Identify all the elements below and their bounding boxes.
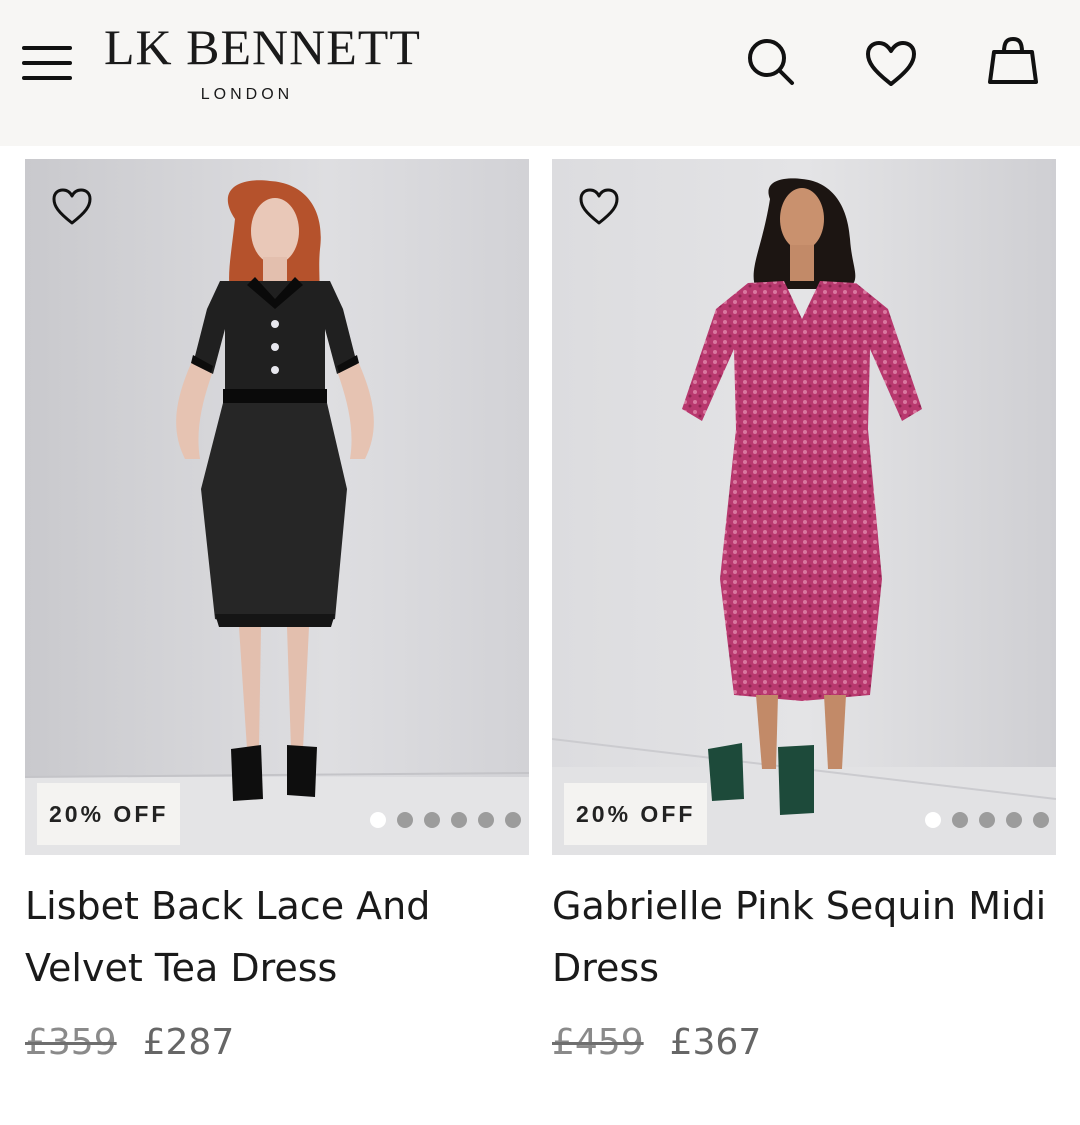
original-price: £359 (25, 1022, 117, 1063)
brand-location: LONDON (200, 86, 294, 103)
product-title-line: Velvet Tea Dress (25, 946, 338, 990)
discount-badge: 20% OFF (564, 783, 708, 845)
carousel-dot[interactable] (451, 812, 467, 828)
menu-icon-bar-middle (22, 61, 72, 65)
product-photo-black-lace-dress (25, 159, 529, 855)
add-to-wishlist-button[interactable] (51, 187, 93, 227)
product-title[interactable]: Lisbet Back Lace And Velvet Tea Dress (25, 875, 529, 999)
carousel-dot[interactable] (505, 812, 521, 828)
carousel-dot[interactable] (1006, 812, 1022, 828)
search-button[interactable] (744, 36, 796, 88)
bag-button[interactable] (985, 36, 1038, 88)
menu-button[interactable] (20, 40, 74, 86)
heart-icon (579, 188, 619, 225)
product-image[interactable]: 20% OFF (552, 159, 1056, 855)
image-carousel-dots (370, 812, 521, 828)
carousel-dot[interactable] (979, 812, 995, 828)
product-card: 20% OFF Lisbet Back Lace And Velvet Tea … (25, 159, 529, 1065)
product-title-line: Lisbet Back Lace And (25, 884, 431, 928)
heart-icon (52, 188, 92, 225)
sale-price: £287 (142, 1022, 235, 1063)
product-title-line: Gabrielle Pink Sequin Midi (552, 884, 1047, 928)
brand-name: LK BENNETT (104, 19, 421, 75)
heart-icon (866, 41, 916, 86)
carousel-dot[interactable] (370, 812, 386, 828)
shopping-bag-icon (988, 36, 1038, 84)
discount-badge: 20% OFF (37, 783, 181, 845)
product-prices: £459 £367 (552, 1021, 1056, 1065)
site-header: LK BENNETT LONDON (0, 0, 1080, 146)
menu-icon-bar-bottom (22, 76, 72, 80)
sale-price: £367 (669, 1022, 762, 1063)
product-title-line: Dress (552, 946, 660, 990)
carousel-dot[interactable] (952, 812, 968, 828)
original-price: £459 (552, 1022, 644, 1063)
wishlist-button[interactable] (865, 40, 917, 92)
product-title[interactable]: Gabrielle Pink Sequin Midi Dress (552, 875, 1056, 999)
carousel-dot[interactable] (1033, 812, 1049, 828)
add-to-wishlist-button[interactable] (578, 187, 620, 227)
menu-icon-bar-top (22, 46, 72, 50)
carousel-dot[interactable] (424, 812, 440, 828)
product-prices: £359 £287 (25, 1021, 529, 1065)
product-photo-pink-sequin-dress (552, 159, 1056, 855)
carousel-dot[interactable] (397, 812, 413, 828)
carousel-dot[interactable] (478, 812, 494, 828)
carousel-dot[interactable] (925, 812, 941, 828)
product-card: 20% OFF Gabrielle Pink Sequin Midi Dress… (552, 159, 1056, 1065)
brand-logo[interactable]: LK BENNETT LONDON (104, 19, 421, 104)
image-carousel-dots (925, 812, 1049, 828)
search-icon (748, 39, 794, 85)
product-image[interactable]: 20% OFF (25, 159, 529, 855)
